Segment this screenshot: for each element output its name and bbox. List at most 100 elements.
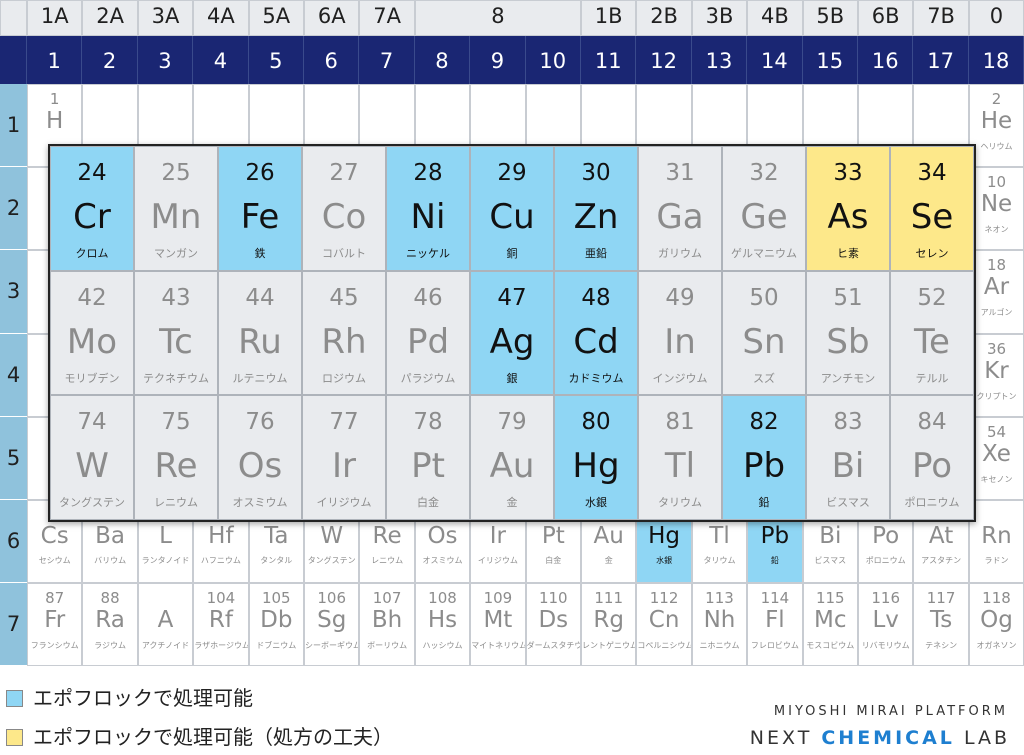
zoom-element-name: 銅: [506, 247, 518, 260]
element-name: テネシン: [925, 641, 958, 651]
zoom-element-number: 49: [665, 284, 695, 311]
element-number: 111: [594, 589, 624, 608]
element-name: シーボーギウム: [305, 641, 360, 651]
zoom-cell-sn: 50 Sn スズ: [722, 270, 806, 396]
zoom-element-symbol: In: [664, 321, 696, 362]
element-name: タリウム: [703, 556, 736, 565]
element-name: バリウム: [94, 556, 127, 565]
group-number-10: 10: [525, 36, 581, 84]
period-6: 6: [0, 500, 27, 584]
element-name: オスミウム: [422, 556, 463, 565]
zoom-element-number: 44: [245, 284, 275, 311]
zoom-element-name: ビスマス: [826, 496, 870, 510]
element-cell-nh: 113 Nh ニホニウム: [691, 583, 748, 667]
element-symbol: Bi: [819, 523, 842, 549]
element-number: 36: [986, 339, 1007, 358]
zoom-element-number: 74: [77, 409, 107, 436]
zoom-element-number: 32: [749, 160, 779, 186]
zoom-element-symbol: Ir: [331, 446, 356, 487]
group-number-15: 15: [802, 36, 858, 84]
element-name: ネオン: [984, 225, 1009, 235]
element-number: 88: [100, 589, 120, 608]
group-number-17: 17: [913, 36, 969, 84]
zoom-element-name: コバルト: [322, 247, 366, 260]
zoom-element-number: 30: [581, 160, 611, 186]
element-cell-ds: 110Ds ダームスタチウム: [525, 583, 581, 667]
element-name: ヘリウム: [980, 142, 1013, 151]
zoom-cell-se: 34 Se セレン: [890, 146, 974, 271]
zoom-element-symbol: Pb: [742, 446, 786, 487]
element-symbol: Ra: [95, 607, 125, 634]
zoom-element-symbol: Ga: [656, 197, 704, 237]
zoom-cell-in: 49 In インジウム: [638, 270, 722, 396]
zoom-element-number: 28: [413, 160, 443, 186]
zoom-cell-ru: 44 Ru ルテニウム: [218, 270, 302, 396]
zoom-element-number: 29: [497, 160, 527, 186]
zoom-cell-po: 84 Po ポロニウム: [890, 395, 974, 520]
element-cell-cn: 112 Cn コペルニシウム: [636, 583, 692, 667]
element-symbol: Lv: [872, 607, 899, 634]
group-number-1: 1: [27, 36, 83, 84]
element-symbol: Ba: [95, 523, 126, 549]
element-name: 金: [604, 556, 613, 565]
element-symbol: Pb: [760, 523, 790, 549]
zoom-element-symbol: Sn: [742, 321, 786, 362]
element-symbol: Ne: [980, 191, 1013, 218]
element-number: 113: [705, 589, 734, 608]
zoom-element-symbol: Cd: [573, 321, 619, 362]
element-name: ダームスタチウム: [526, 641, 580, 651]
zoom-element-symbol: Tl: [664, 446, 696, 487]
element-name: ビスマス: [814, 556, 847, 565]
element-symbol: Fl: [765, 607, 785, 634]
zoom-element-symbol: Sb: [826, 321, 870, 362]
group-number-5: 5: [248, 36, 304, 84]
group-label-6A: 6A: [304, 0, 360, 36]
element-symbol: Mt: [483, 607, 513, 634]
element-name: 水銀: [656, 556, 673, 565]
zoom-element-name: オスミウム: [232, 496, 288, 510]
legend-yellow-swatch: [6, 728, 23, 746]
zoom-element-symbol: Rh: [321, 321, 367, 362]
zoom-element-name: ニッケル: [406, 247, 450, 260]
element-symbol: He: [980, 108, 1013, 134]
zoom-element-name: 水銀: [585, 496, 607, 510]
group-label-7B: 7B: [913, 0, 969, 36]
legend-blue-label: エポフロックで処理可能: [33, 686, 253, 710]
element-name: レントゲニウム: [582, 641, 637, 651]
zoom-element-number: 48: [581, 284, 611, 311]
element-name: ラザホージウム: [194, 641, 249, 651]
element-cell-mc: 115 Mc モスコビウム: [802, 583, 858, 667]
element-symbol: Rg: [593, 607, 624, 634]
zoom-cell-mo: 42 Mo モリブデン: [50, 270, 134, 396]
element-symbol: Hg: [648, 523, 681, 549]
zoom-cell-cd: 48 Cd カドミウム: [554, 270, 638, 396]
group-number-18: 18: [968, 36, 1024, 84]
zoom-element-number: 83: [833, 409, 863, 436]
element-symbol: W: [320, 523, 344, 549]
zoom-cell-sb: 51 Sb アンチモン: [806, 270, 890, 396]
zoom-element-name: タングステン: [59, 496, 125, 510]
zoom-element-number: 46: [413, 284, 443, 311]
zoom-element-number: 82: [749, 409, 779, 436]
period-5: 5: [0, 416, 27, 500]
element-name: コペルニシウム: [637, 641, 692, 651]
group-number-corner: [0, 36, 27, 84]
element-number: 114: [760, 589, 790, 608]
zoom-element-symbol: As: [827, 197, 869, 237]
zoom-element-number: 79: [497, 409, 527, 436]
element-symbol: L: [159, 523, 172, 549]
element-name: ラドン: [984, 556, 1009, 565]
element-cell-a: A アクチノイド: [137, 583, 194, 667]
zoom-element-number: 51: [833, 284, 863, 311]
legend-yellow: エポフロックで処理可能（処方の工夫）: [6, 726, 393, 748]
group-number-16: 16: [858, 36, 914, 84]
element-number: 115: [815, 589, 845, 608]
zoom-element-symbol: Re: [154, 446, 198, 487]
zoom-element-name: テクネチウム: [143, 371, 209, 385]
group-number-4: 4: [193, 36, 249, 84]
zoom-element-name: ポロニウム: [904, 496, 960, 510]
element-symbol: Sg: [317, 607, 347, 634]
zoom-element-name: 金: [506, 496, 518, 510]
group-number-11: 11: [581, 36, 637, 84]
element-number: 87: [45, 589, 65, 608]
